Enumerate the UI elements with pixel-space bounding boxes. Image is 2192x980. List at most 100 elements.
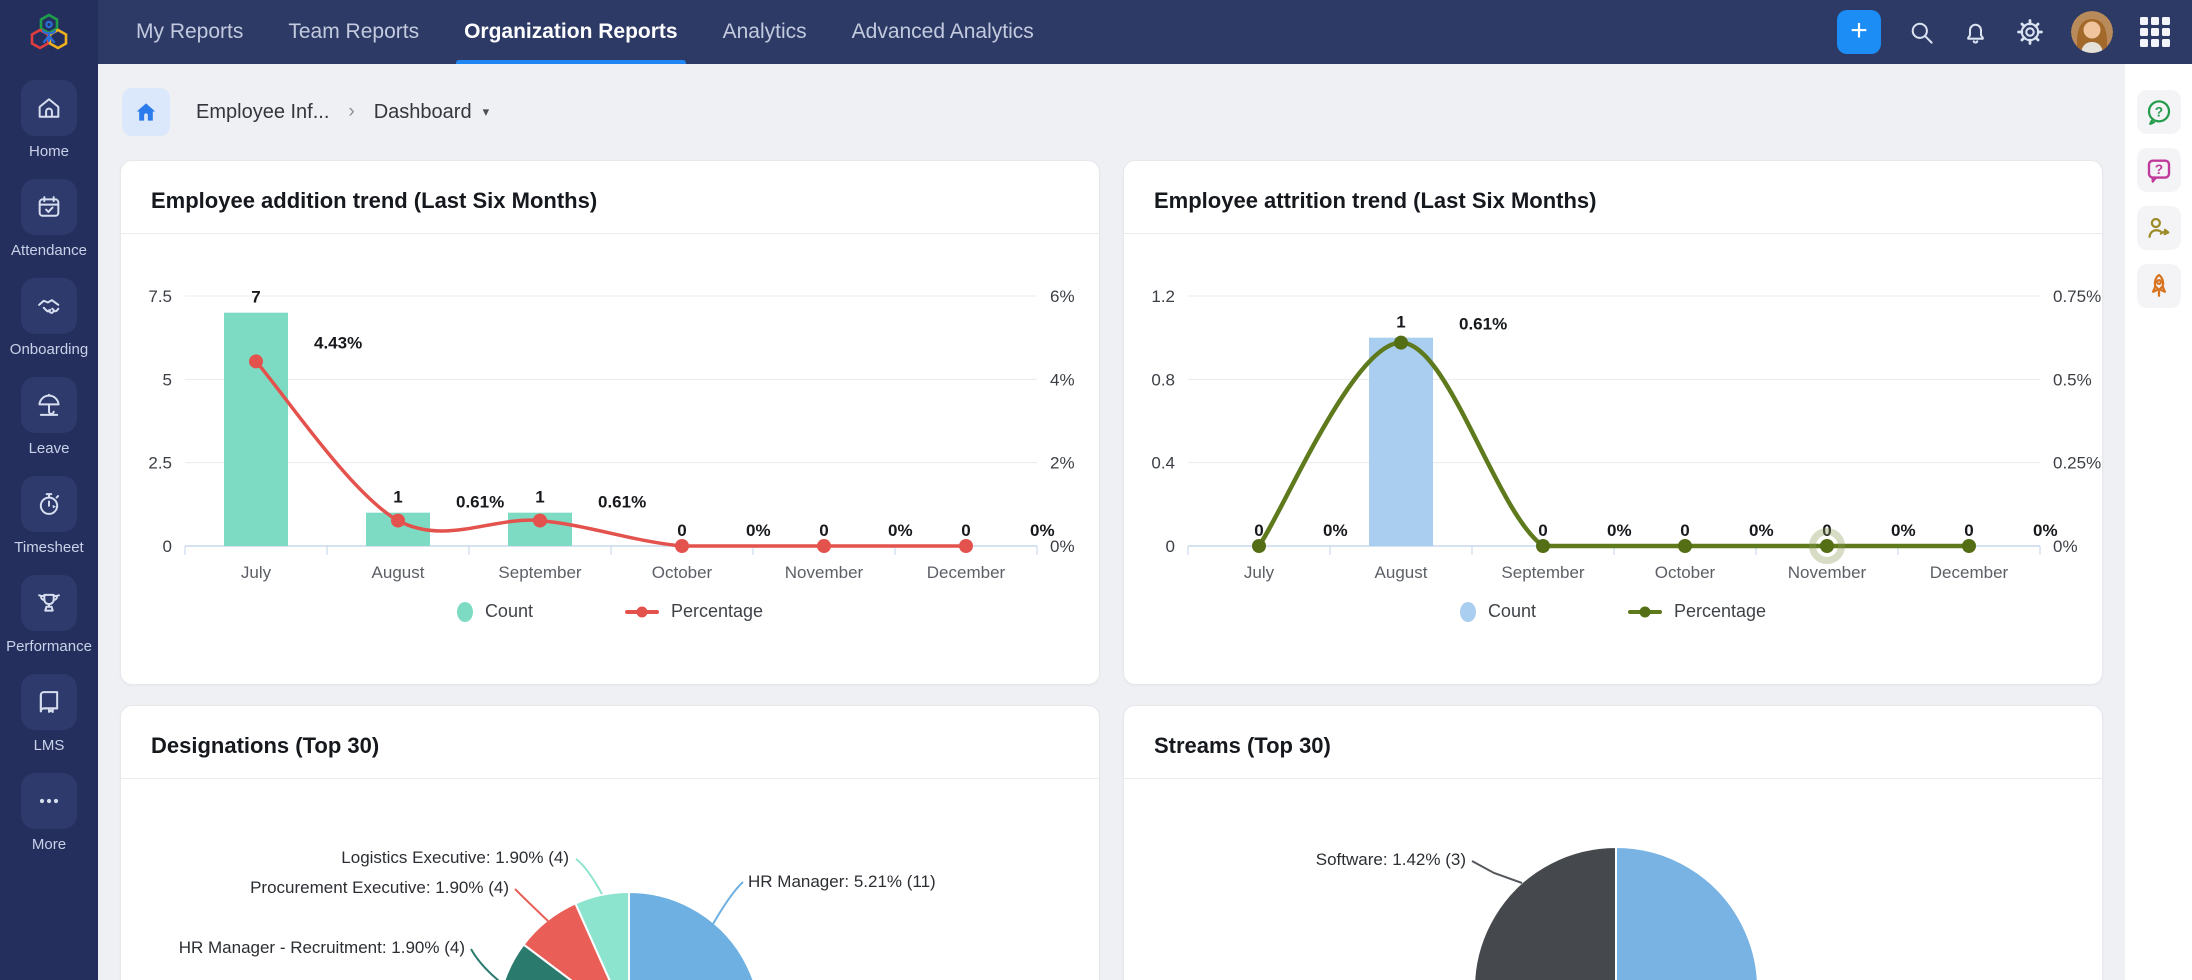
right-axis-tick: 4% <box>1050 370 1075 389</box>
legend-item-percentage[interactable]: Percentage <box>1628 601 1766 622</box>
handshake-icon <box>35 292 63 320</box>
left-axis-tick: 0 <box>163 537 172 556</box>
percentage-value-label: 0% <box>1891 521 1916 540</box>
bell-icon[interactable] <box>1962 19 1989 46</box>
apps-grid-icon[interactable] <box>2140 17 2170 47</box>
attendance-calendar-icon <box>35 193 63 221</box>
legend-item-count[interactable]: Count <box>1460 601 1536 622</box>
sidebar-item-lms[interactable]: LMS <box>21 674 77 754</box>
pie-callout-label: Procurement Executive: 1.90% (4) <box>250 878 509 897</box>
legend-label: Percentage <box>1674 601 1766 622</box>
app-logo[interactable] <box>0 0 98 64</box>
line-marker <box>1394 336 1408 350</box>
line-marker <box>1678 539 1692 553</box>
tab-team-reports[interactable]: Team Reports <box>288 0 419 64</box>
legend-item-percentage[interactable]: Percentage <box>625 601 763 622</box>
home-icon <box>35 94 63 122</box>
avatar-image <box>2071 11 2113 53</box>
x-axis-category-label: October <box>1655 563 1716 582</box>
callout-leader-line <box>576 859 602 894</box>
breadcrumb: Employee Inf... › Dashboard ▾ <box>98 64 2125 160</box>
chart-legend: Count Percentage <box>121 601 1099 622</box>
right-utility-rail: ? ? <box>2125 64 2192 980</box>
ellipsis-icon <box>35 787 63 815</box>
breadcrumb-module[interactable]: Employee Inf... <box>196 101 329 124</box>
pie-slice <box>1616 847 1758 980</box>
user-avatar[interactable] <box>2071 11 2113 53</box>
rocket-icon[interactable] <box>2137 264 2181 308</box>
x-axis-category-label: November <box>1788 563 1867 582</box>
breadcrumb-separator: › <box>348 101 354 123</box>
percentage-value-label: 0% <box>2033 521 2058 540</box>
percentage-value-label: 0.61% <box>456 493 504 512</box>
sidebar-item-home[interactable]: Home <box>21 80 77 160</box>
report-tabs: My Reports Team Reports Organization Rep… <box>136 0 1034 64</box>
left-sidebar: Home Attendance Onboarding Leave Timeshe… <box>0 0 98 980</box>
sidebar-item-label: Home <box>29 143 69 160</box>
percentage-value-label: 4.43% <box>314 333 362 352</box>
umbrella-icon <box>35 391 63 419</box>
user-share-icon[interactable] <box>2137 206 2181 250</box>
sidebar-item-attendance[interactable]: Attendance <box>11 179 87 259</box>
tab-my-reports[interactable]: My Reports <box>136 0 243 64</box>
legend-label: Count <box>1488 601 1536 622</box>
tab-advanced-analytics[interactable]: Advanced Analytics <box>852 0 1034 64</box>
add-button[interactable]: + <box>1837 10 1881 54</box>
bar-value-label: 0 <box>677 521 686 540</box>
card-title: Streams (Top 30) <box>1124 706 2102 778</box>
percentage-line <box>256 361 966 546</box>
right-axis-tick: 2% <box>1050 454 1075 473</box>
breadcrumb-page-selector[interactable]: Dashboard ▾ <box>374 101 489 124</box>
help-bubble-icon[interactable]: ? <box>2137 90 2181 134</box>
gear-icon[interactable] <box>2016 18 2044 46</box>
left-axis-tick: 0 <box>1166 537 1175 556</box>
sidebar-item-leave[interactable]: Leave <box>21 377 77 457</box>
sidebar-item-timesheet[interactable]: Timesheet <box>14 476 83 556</box>
pie-callout-label: Logistics Executive: 1.90% (4) <box>341 848 569 867</box>
book-icon <box>35 688 63 716</box>
line-marker <box>249 354 263 368</box>
callout-leader-line <box>471 949 504 980</box>
percentage-value-label: 0% <box>1607 521 1632 540</box>
top-navigation-bar: My Reports Team Reports Organization Rep… <box>98 0 2192 64</box>
pie-callout-label: HR Manager: 5.21% (11) <box>748 872 936 891</box>
callout-leader-line <box>713 882 743 924</box>
sidebar-nav: Home Attendance Onboarding Leave Timeshe… <box>6 64 92 872</box>
x-axis-category-label: July <box>1244 563 1275 582</box>
pie-callout-label: HR Manager - Recruitment: 1.90% (4) <box>179 938 465 957</box>
sidebar-item-label: Performance <box>6 638 92 655</box>
stopwatch-icon <box>35 490 63 518</box>
bar-value-label: 0 <box>819 521 828 540</box>
sidebar-item-more[interactable]: More <box>21 773 77 853</box>
right-axis-tick: 0.5% <box>2053 370 2092 389</box>
sidebar-item-onboarding[interactable]: Onboarding <box>10 278 88 358</box>
x-axis-category-label: August <box>372 563 425 582</box>
tab-analytics[interactable]: Analytics <box>723 0 807 64</box>
home-icon <box>133 99 159 125</box>
left-axis-tick: 2.5 <box>148 454 172 473</box>
faq-bubble-icon[interactable]: ? <box>2137 148 2181 192</box>
sidebar-item-label: Timesheet <box>14 539 83 556</box>
tab-organization-reports[interactable]: Organization Reports <box>464 0 678 64</box>
legend-bar-marker <box>1460 602 1476 622</box>
legend-item-count[interactable]: Count <box>457 601 533 622</box>
x-axis-category-label: December <box>927 563 1006 582</box>
sidebar-item-performance[interactable]: Performance <box>6 575 92 655</box>
line-marker <box>959 539 973 553</box>
legend-line-marker <box>1628 610 1662 614</box>
x-axis-category-label: September <box>498 563 581 582</box>
bar <box>224 313 288 546</box>
percentage-value-label: 0.61% <box>1459 315 1507 334</box>
left-axis-tick: 0.8 <box>1151 370 1175 389</box>
legend-bar-marker <box>457 602 473 622</box>
breadcrumb-home-button[interactable] <box>122 88 170 136</box>
sidebar-item-label: LMS <box>34 737 65 754</box>
line-marker <box>533 514 547 528</box>
line-marker <box>1536 539 1550 553</box>
bar-value-label: 0 <box>1964 521 1973 540</box>
line-marker <box>1252 539 1266 553</box>
search-icon[interactable] <box>1908 19 1935 46</box>
percentage-value-label: 0% <box>1030 521 1055 540</box>
percentage-value-label: 0.61% <box>598 493 646 512</box>
x-axis-category-label: July <box>241 563 272 582</box>
